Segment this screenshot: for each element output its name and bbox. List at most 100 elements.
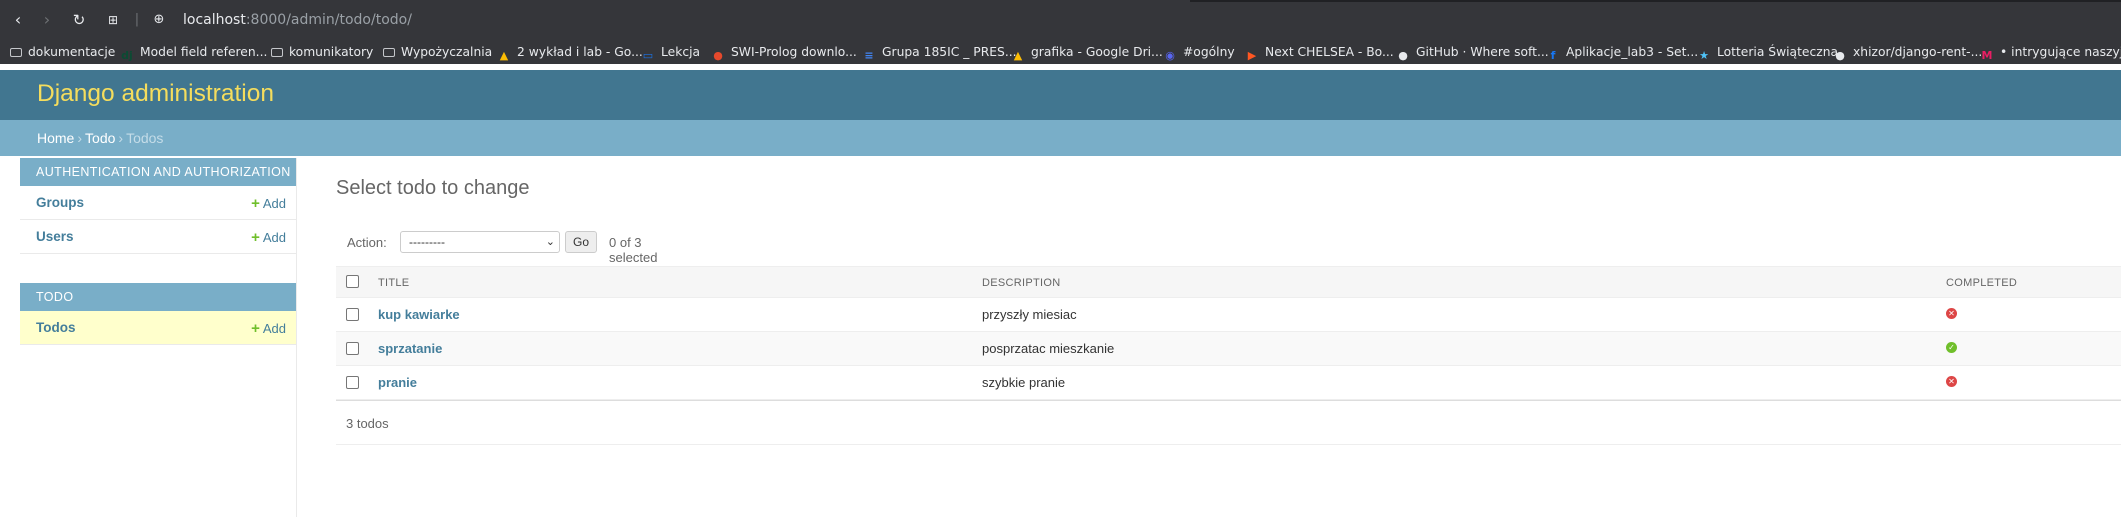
folder-icon: [10, 48, 22, 57]
module-caption[interactable]: AUTHENTICATION AND AUTHORIZATION: [20, 158, 296, 186]
play-icon: ▶: [1247, 49, 1257, 62]
divider-icon: |: [134, 12, 140, 27]
module-todo: TODO Todos + Add: [20, 283, 296, 345]
column-header-description[interactable]: DESCRIPTION: [982, 277, 1060, 289]
bookmark-label: xhizor/django-rent-...: [1853, 45, 1983, 59]
bookmark-label: grafika - Google Dri...: [1031, 45, 1163, 59]
bookmark-label: Model field referen...: [140, 45, 268, 59]
bookmark-item[interactable]: komunikatory: [271, 43, 373, 61]
chevron-down-icon: ⌄: [545, 236, 555, 248]
bookmark-label: Aplikacje_lab3 - Set...: [1566, 45, 1699, 59]
folder-icon: [271, 48, 283, 57]
django-icon: dj: [121, 49, 133, 62]
plus-icon: +: [251, 320, 260, 337]
bookmark-label: • intrygujące naszyj...: [2000, 45, 2121, 59]
folder-icon: [383, 48, 395, 57]
bookmark-item[interactable]: dokumentacje: [10, 43, 115, 61]
bookmark-item[interactable]: M • intrygujące naszyj...: [1980, 43, 2121, 62]
column-header-completed[interactable]: COMPLETED: [1946, 277, 2017, 289]
add-label: Add: [262, 321, 286, 336]
bookmark-item[interactable]: ★ Lotteria Świąteczna: [1697, 43, 1838, 62]
select-all-checkbox[interactable]: [346, 275, 359, 288]
add-label: Add: [262, 230, 286, 245]
bookmark-item[interactable]: ▲ grafika - Google Dri...: [1011, 43, 1163, 62]
page-title: Select todo to change: [336, 177, 530, 199]
add-todos-button[interactable]: + Add: [251, 320, 286, 337]
nav-sidebar: AUTHENTICATION AND AUTHORIZATION Groups …: [20, 158, 297, 517]
bookmark-item[interactable]: f Aplikacje_lab3 - Set...: [1546, 43, 1699, 62]
breadcrumb-app[interactable]: Todo: [85, 130, 115, 146]
bookmark-label: komunikatory: [289, 45, 374, 59]
tab-search-icon[interactable]: ⊞: [104, 11, 122, 29]
url-host: localhost: [183, 12, 246, 28]
site-branding[interactable]: Django administration: [37, 80, 274, 108]
bookmark-label: dokumentacje: [28, 45, 116, 59]
table-row: pranie szybkie pranie ✕: [336, 366, 2121, 400]
table-row: kup kawiarke przyszły miesiac ✕: [336, 298, 2121, 332]
todo-description: przyszły miesiac: [982, 307, 1077, 322]
todo-title-link[interactable]: pranie: [378, 375, 417, 390]
result-count: 3 todos: [346, 416, 389, 431]
todo-title-link[interactable]: kup kawiarke: [378, 307, 460, 322]
admin-header: [0, 70, 2121, 120]
sidebar-item-todos: Todos + Add: [20, 311, 296, 345]
google-drive-icon: ▲: [499, 49, 509, 62]
go-button[interactable]: Go: [565, 231, 597, 253]
result-list: TITLE DESCRIPTION COMPLETED kup kawiarke…: [336, 266, 2121, 445]
bookmark-item[interactable]: ≡ Grupa 185IC _ PRES...: [862, 43, 1016, 62]
breadcrumb-separator: ›: [118, 130, 124, 146]
yes-icon: ✓: [1946, 342, 1957, 353]
todo-description: posprzatac mieszkanie: [982, 341, 1115, 356]
breadcrumb-home[interactable]: Home: [37, 130, 74, 146]
bookmark-item[interactable]: ▭ Lekcja: [641, 43, 701, 62]
column-header-title[interactable]: TITLE: [378, 277, 409, 289]
site-info-icon[interactable]: ⊕: [150, 11, 168, 29]
row-checkbox[interactable]: [346, 308, 359, 321]
bookmark-item[interactable]: ● SWI-Prolog downlo...: [711, 43, 857, 62]
sidebar-item-label[interactable]: Groups: [36, 195, 84, 210]
facebook-icon: f: [1550, 49, 1556, 62]
sidebar-item-groups: Groups + Add: [20, 186, 296, 220]
bookmark-item[interactable]: dj Model field referen...: [120, 43, 268, 62]
bookmarks-bar: dokumentacje dj Model field referen... komu…: [0, 40, 2121, 64]
bookmark-item[interactable]: ● xhizor/django-rent-...: [1833, 43, 1983, 62]
address-bar[interactable]: localhost:8000/admin/todo/todo/: [183, 11, 412, 29]
breadcrumb: Home › Todo › Todos: [37, 130, 163, 146]
swi-prolog-icon: ●: [713, 49, 723, 62]
bookmark-label: SWI-Prolog downlo...: [731, 45, 857, 59]
bookmark-item[interactable]: Wypożyczalnia: [383, 43, 492, 61]
module-caption[interactable]: TODO: [20, 283, 296, 311]
todo-title-link[interactable]: sprzatanie: [378, 341, 442, 356]
bookmark-item[interactable]: ▲ 2 wykład i lab - Go...: [497, 43, 643, 62]
reload-icon[interactable]: ↻: [70, 11, 88, 29]
bookmark-label: Lekcja: [661, 45, 701, 59]
sidebar-item-label[interactable]: Users: [36, 229, 74, 244]
breadcrumb-separator: ›: [77, 130, 83, 146]
add-users-button[interactable]: + Add: [251, 229, 286, 246]
row-checkbox[interactable]: [346, 376, 359, 389]
google-docs-icon: ≡: [864, 49, 874, 62]
table-row: sprzatanie posprzatac mieszkanie ✓: [336, 332, 2121, 366]
row-checkbox[interactable]: [346, 342, 359, 355]
sidebar-item-label[interactable]: Todos: [36, 320, 76, 335]
bookmark-item[interactable]: ● GitHub · Where soft...: [1396, 43, 1549, 62]
bookmark-item[interactable]: ◉ #ogólny: [1163, 43, 1234, 62]
bookmark-label: Wypożyczalnia: [401, 45, 493, 59]
action-label: Action:: [347, 235, 387, 250]
bookmark-label: Next CHELSEA - Bo...: [1265, 45, 1394, 59]
google-drive-icon: ▲: [1013, 49, 1023, 62]
todo-description: szybkie pranie: [982, 375, 1066, 390]
forward-icon[interactable]: ›: [38, 11, 56, 29]
url-path: :8000/admin/todo/todo/: [245, 12, 412, 28]
no-icon: ✕: [1946, 376, 1957, 387]
plus-icon: +: [251, 195, 260, 212]
github-icon: ●: [1398, 49, 1408, 62]
back-icon[interactable]: ‹: [9, 11, 27, 29]
bookmark-item[interactable]: ▶ Next CHELSEA - Bo...: [1245, 43, 1394, 62]
add-label: Add: [262, 196, 286, 211]
breadcrumb-current: Todos: [126, 130, 164, 146]
action-select[interactable]: --------- ⌄: [400, 231, 560, 253]
plus-icon: +: [251, 229, 260, 246]
no-icon: ✕: [1946, 308, 1957, 319]
add-groups-button[interactable]: + Add: [251, 195, 286, 212]
